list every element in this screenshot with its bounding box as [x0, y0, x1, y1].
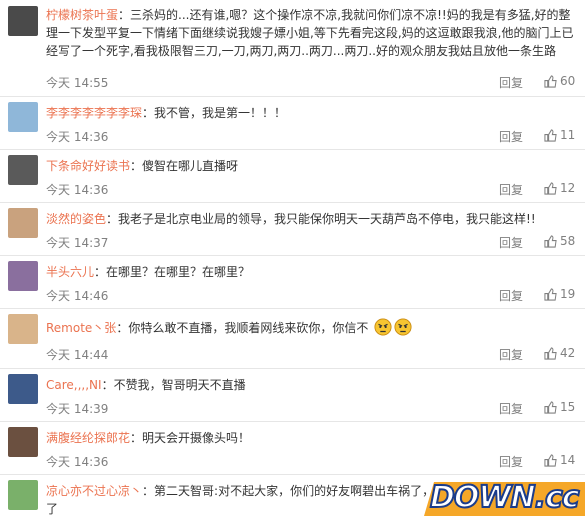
comment-time: 今天 14:36 — [46, 130, 109, 144]
thumb-up-icon — [544, 181, 557, 195]
comment-username[interactable]: 满腹经纶探郎花 — [46, 431, 130, 445]
like-count: 60 — [560, 74, 576, 88]
reply-button[interactable]: 回复 — [499, 346, 523, 363]
like-count: 58 — [560, 234, 576, 248]
thumb-up-icon — [544, 234, 557, 248]
reply-button[interactable]: 回复 — [499, 453, 523, 470]
comment-content: 柠檬树茶叶蛋：三杀妈的...还有谁,嗯？这个操作凉不凉,我就问你们凉不凉!!妈的… — [46, 8, 574, 58]
comment-time: 今天 14:55 — [46, 76, 109, 90]
like-count: 42 — [560, 346, 576, 360]
comment-username[interactable]: Care,,,,NI — [46, 378, 102, 392]
comment-content: Care,,,,NI：不赞我，智哥明天不直播 — [46, 378, 246, 392]
comment-text: 不赞我，智哥明天不直播 — [113, 378, 246, 392]
watermark-main: DOWN — [429, 479, 537, 516]
avatar[interactable] — [8, 480, 38, 510]
reply-button[interactable]: 回复 — [499, 400, 523, 417]
comment-time: 今天 14:44 — [46, 348, 109, 362]
comment-username[interactable]: 下条命好好读书 — [46, 159, 130, 173]
watermark-text: DOWN.cc — [429, 479, 581, 516]
comment-text: 我不管，我是第一！！！ — [154, 106, 287, 120]
comment-content: 满腹经纶探郎花：明天会开摄像头吗！ — [46, 431, 251, 445]
like-button[interactable]: 12 — [544, 181, 575, 195]
comment-username[interactable]: 凉心亦不过心凉丶 — [46, 484, 142, 498]
thumb-up-icon — [544, 453, 557, 467]
reply-button[interactable]: 回复 — [499, 181, 523, 198]
comment-text-continued: 了 — [46, 502, 59, 516]
like-count: 14 — [560, 453, 576, 467]
like-button[interactable]: 11 — [544, 128, 575, 142]
angry-face-icon — [394, 318, 412, 336]
like-button[interactable]: 15 — [544, 400, 575, 414]
reply-button[interactable]: 回复 — [499, 128, 523, 145]
comment-time: 今天 14:36 — [46, 455, 109, 469]
thumb-up-icon — [544, 400, 557, 414]
avatar[interactable] — [8, 314, 38, 344]
comment-item: 李李李李李李李琛：我不管，我是第一！！！ 今天 14:36 回复 11 — [0, 96, 585, 150]
comment-username[interactable]: 柠檬树茶叶蛋 — [46, 8, 118, 22]
thumb-up-icon — [544, 74, 557, 88]
comment-time: 今天 14:39 — [46, 402, 109, 416]
avatar[interactable] — [8, 374, 38, 404]
comment-item: 下条命好好读书：傻智在哪儿直播呀 今天 14:36 回复 12 — [0, 149, 585, 203]
comment-item: 柠檬树茶叶蛋：三杀妈的...还有谁,嗯？这个操作凉不凉,我就问你们凉不凉!!妈的… — [0, 0, 585, 97]
like-count: 12 — [560, 181, 576, 195]
avatar[interactable] — [8, 261, 38, 291]
comment-text: 你特么敢不直播，我顺着网线来砍你，你信不 — [128, 321, 369, 335]
comment-username[interactable]: 淡然的姿色 — [46, 212, 106, 226]
comment-item: Care,,,,NI：不赞我，智哥明天不直播 今天 14:39 回复 15 — [0, 368, 585, 422]
comment-item: 半头六儿：在哪里？在哪里？在哪里？ 今天 14:46 回复 19 — [0, 255, 585, 309]
avatar[interactable] — [8, 427, 38, 457]
comment-item: 淡然的姿色：我老子是北京电业局的领导，我只能保你明天一天葫芦岛不停电，我只能这样… — [0, 202, 585, 256]
comment-item: Remote丶张：你特么敢不直播，我顺着网线来砍你，你信不 今天 14:44 回… — [0, 308, 585, 369]
comment-content: 李李李李李李李琛：我不管，我是第一！！！ — [46, 106, 287, 120]
avatar[interactable] — [8, 155, 38, 185]
comment-username[interactable]: Remote丶张 — [46, 321, 116, 335]
like-button[interactable]: 14 — [544, 453, 575, 467]
reply-button[interactable]: 回复 — [499, 234, 523, 251]
comment-text: 第二天智哥:对不起大家，你们的好友啊碧出车祸了， — [154, 484, 435, 498]
comment-text: 明天会开摄像头吗！ — [142, 431, 251, 445]
avatar[interactable] — [8, 208, 38, 238]
angry-face-icon — [374, 318, 392, 336]
like-button[interactable]: 19 — [544, 287, 575, 301]
comment-time: 今天 14:46 — [46, 289, 109, 303]
thumb-up-icon — [544, 128, 557, 142]
thumb-up-icon — [544, 287, 557, 301]
like-count: 15 — [560, 400, 576, 414]
site-watermark: DOWN.cc — [424, 478, 585, 520]
avatar[interactable] — [8, 102, 38, 132]
comment-content: 淡然的姿色：我老子是北京电业局的领导，我只能保你明天一天葫芦岛不停电，我只能这样… — [46, 212, 536, 226]
thumb-up-icon — [544, 346, 557, 360]
comment-content: Remote丶张：你特么敢不直播，我顺着网线来砍你，你信不 — [46, 318, 576, 337]
like-button[interactable]: 60 — [544, 74, 575, 88]
like-button[interactable]: 42 — [544, 346, 575, 360]
comment-text: 傻智在哪儿直播呀 — [142, 159, 239, 173]
comment-text: 在哪里？在哪里？在哪里？ — [106, 265, 251, 279]
comment-item: 满腹经纶探郎花：明天会开摄像头吗！ 今天 14:36 回复 14 — [0, 421, 585, 475]
comment-time: 今天 14:37 — [46, 236, 109, 250]
watermark-suffix: .cc — [534, 479, 581, 516]
reply-button[interactable]: 回复 — [499, 74, 523, 91]
comment-time: 今天 14:36 — [46, 183, 109, 197]
like-count: 19 — [560, 287, 576, 301]
like-count: 11 — [560, 128, 576, 142]
like-button[interactable]: 58 — [544, 234, 575, 248]
avatar[interactable] — [8, 6, 38, 36]
comment-content: 半头六儿：在哪里？在哪里？在哪里？ — [46, 265, 251, 279]
comment-content: 下条命好好读书：傻智在哪儿直播呀 — [46, 159, 239, 173]
comment-text: 我老子是北京电业局的领导，我只能保你明天一天葫芦岛不停电，我只能这样!! — [118, 212, 536, 226]
comment-username[interactable]: 李李李李李李李琛 — [46, 106, 142, 120]
comment-username[interactable]: 半头六儿 — [46, 265, 94, 279]
reply-button[interactable]: 回复 — [499, 287, 523, 304]
